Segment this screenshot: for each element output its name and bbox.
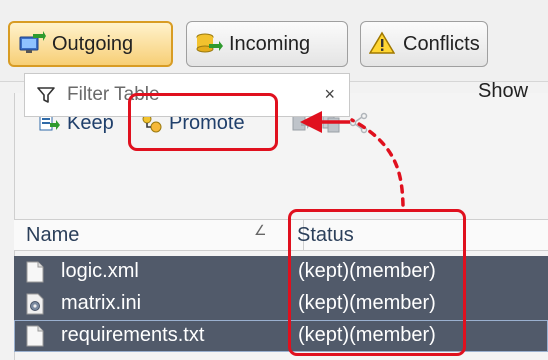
file-name: matrix.ini — [61, 292, 142, 314]
file-name: logic.xml — [61, 260, 139, 282]
settings-file-icon — [26, 293, 44, 315]
warning-icon — [368, 31, 397, 57]
sort-indicator-icon: ∠ — [254, 222, 267, 238]
incoming-icon — [195, 31, 223, 57]
promote-highlight — [128, 93, 278, 151]
table-row[interactable]: matrix.ini (kept)(member) — [14, 288, 548, 320]
document-icon — [26, 325, 44, 347]
outgoing-icon — [18, 31, 46, 57]
incoming-label: Incoming — [229, 32, 311, 55]
show-label[interactable]: Show — [478, 80, 528, 103]
table-header: Name ∠ Status — [14, 219, 548, 251]
outgoing-label: Outgoing — [52, 32, 134, 55]
share-icon[interactable] — [349, 112, 369, 134]
file-name: requirements.txt — [61, 324, 205, 346]
conflicts-button[interactable]: Conflicts — [360, 21, 488, 67]
conflicts-label: Conflicts — [403, 32, 480, 55]
column-name-header[interactable]: Name — [26, 224, 79, 247]
table-row[interactable]: requirements.txt (kept)(member) — [14, 320, 548, 352]
filter-icon — [37, 86, 55, 104]
view-switcher: Outgoing Incoming Conflicts — [0, 0, 548, 82]
status-highlight — [288, 209, 466, 356]
document-icon — [26, 261, 44, 283]
outgoing-button[interactable]: Outgoing — [8, 21, 173, 67]
table-row[interactable]: logic.xml (kept)(member) — [14, 256, 548, 288]
clear-filter-icon[interactable]: × — [324, 84, 335, 105]
incoming-button[interactable]: Incoming — [186, 21, 348, 67]
